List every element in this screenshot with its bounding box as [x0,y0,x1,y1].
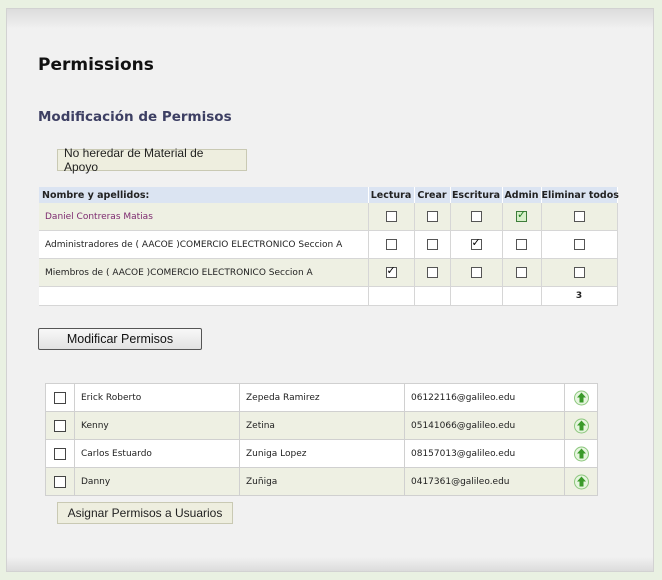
user-last-name: Zetina [239,411,405,440]
user-select-checkbox[interactable] [54,447,66,460]
user-row: Carlos Estuardo Zuniga Lopez 08157013@ga… [45,439,598,468]
page-title: Permissions [38,55,154,75]
modify-permissions-button[interactable]: Modificar Permisos [38,328,202,350]
checkmark-icon: ✓ [471,236,481,249]
permissions-footer-row: 3 [39,286,618,306]
header-name: Nombre y apellidos: [39,187,369,203]
crear-checkbox[interactable] [426,211,438,222]
user-first-name: Danny [74,467,240,496]
green-up-arrow-icon[interactable] [573,446,589,462]
permission-name: Administradores de ( AACOE )COMERCIO ELE… [39,230,369,259]
escritura-checkbox[interactable]: ✓ [470,236,482,250]
section-subtitle: Modificación de Permisos [38,109,232,125]
admin-checkbox[interactable] [516,239,527,250]
user-last-name: Zepeda Ramirez [239,383,405,412]
permission-row: Administradores de ( AACOE )COMERCIO ELE… [39,230,618,259]
lectura-checkbox[interactable] [385,239,397,250]
header-crear: Crear [414,187,451,203]
permissions-table: Nombre y apellidos: Lectura Crear Escrit… [39,187,619,306]
user-first-name: Erick Roberto [74,383,240,412]
user-email: 05141066@galileo.edu [404,411,565,440]
user-select-checkbox[interactable] [54,391,66,404]
header-admin: Admin [502,187,542,203]
no-inherit-button[interactable]: No heredar de Material de Apoyo [57,146,247,174]
permission-name[interactable]: Daniel Contreras Matias [39,203,369,231]
panel-bottom-bar [7,557,653,571]
green-up-arrow-icon[interactable] [573,474,589,490]
assign-permissions-button[interactable]: Asignar Permisos a Usuarios [57,502,233,524]
permission-row: Daniel Contreras Matias ✓ [39,203,618,231]
user-row: Erick Roberto Zepeda Ramirez 06122116@ga… [45,383,598,412]
crear-checkbox[interactable] [426,239,438,250]
user-last-name: Zuñiga [239,467,405,496]
user-first-name: Kenny [74,411,240,440]
escritura-checkbox[interactable] [470,211,482,222]
eliminar-checkbox[interactable] [573,211,585,222]
permission-name: Miembros de ( AACOE )COMERCIO ELECTRONIC… [39,258,369,287]
footer-count: 3 [541,286,618,306]
user-email: 0417361@galileo.edu [404,467,565,496]
green-up-arrow-icon[interactable] [573,390,589,406]
header-eliminar-todos: Eliminar todos [541,187,619,203]
content-panel: Permissions Modificación de Permisos No … [6,8,654,572]
checkmark-icon: ✓ [386,264,396,277]
user-select-checkbox[interactable] [54,419,66,432]
lectura-checkbox[interactable]: ✓ [385,264,397,278]
eliminar-checkbox[interactable] [573,267,585,278]
user-email: 08157013@galileo.edu [404,439,565,468]
user-select-checkbox[interactable] [54,475,66,488]
user-last-name: Zuniga Lopez [239,439,405,468]
admin-checkbox[interactable]: ✓ [516,208,527,222]
permissions-header-row: Nombre y apellidos: Lectura Crear Escrit… [39,187,619,203]
user-row: Danny Zuñiga 0417361@galileo.edu [45,467,598,496]
lectura-checkbox[interactable] [385,211,397,222]
user-row: Kenny Zetina 05141066@galileo.edu [45,411,598,440]
checkmark-icon: ✓ [517,208,527,221]
escritura-checkbox[interactable] [470,267,482,278]
header-escritura: Escritura [450,187,503,203]
panel-top-bar [7,9,653,29]
eliminar-checkbox[interactable] [573,239,585,250]
green-up-arrow-icon[interactable] [573,418,589,434]
permission-row: Miembros de ( AACOE )COMERCIO ELECTRONIC… [39,258,618,287]
user-email: 06122116@galileo.edu [404,383,565,412]
users-table: Erick Roberto Zepeda Ramirez 06122116@ga… [45,383,598,496]
crear-checkbox[interactable] [426,267,438,278]
admin-checkbox[interactable] [516,267,527,278]
header-lectura: Lectura [368,187,415,203]
user-first-name: Carlos Estuardo [74,439,240,468]
